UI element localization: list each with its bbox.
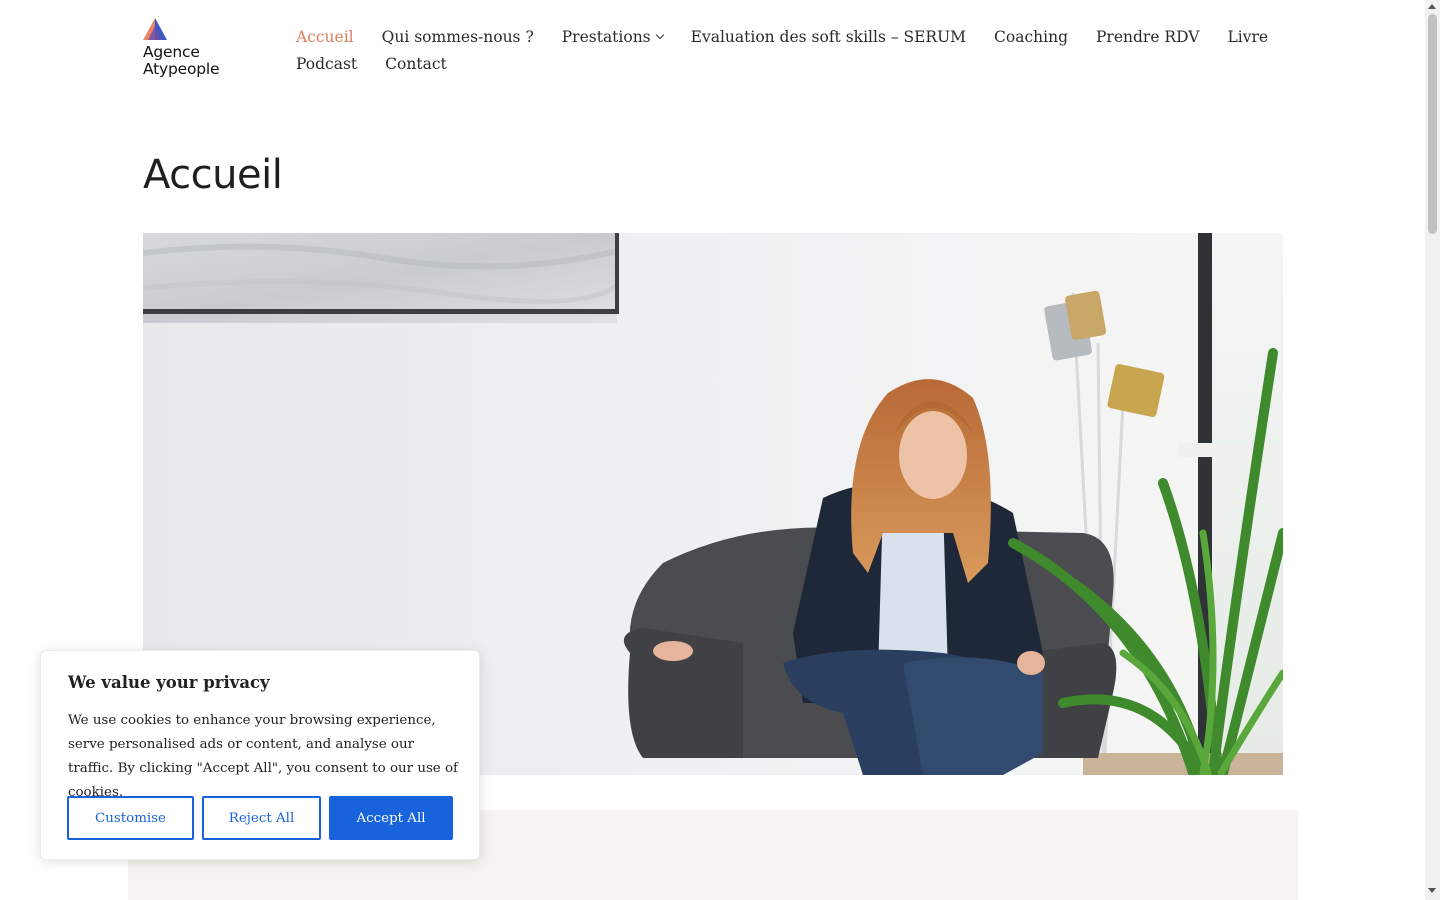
nav-item-evaluation-soft-skills[interactable]: Evaluation des soft skills – SERUM [691, 28, 966, 46]
nav-item-coaching[interactable]: Coaching [994, 28, 1068, 46]
nav-item-podcast[interactable]: Podcast [296, 55, 357, 73]
cookie-consent-banner: We value your privacy We use cookies to … [40, 650, 480, 860]
nav-item-prendre-rdv[interactable]: Prendre RDV [1096, 28, 1199, 46]
logo-mark-icon [143, 18, 167, 40]
scroll-up-arrow-icon[interactable] [1428, 4, 1436, 9]
page-title: Accueil [143, 152, 283, 198]
logo-line-1: Agence [143, 43, 200, 61]
logo-text: Agence Atypeople [143, 43, 220, 78]
nav-item-livre[interactable]: Livre [1227, 28, 1268, 46]
nav-item-qui-sommes-nous[interactable]: Qui sommes-nous ? [382, 28, 534, 46]
cookie-banner-text: We use cookies to enhance your browsing … [68, 713, 459, 800]
cookie-banner-title: We value your privacy [68, 673, 270, 692]
site-logo[interactable]: Agence Atypeople [143, 18, 243, 82]
chevron-down-icon [655, 30, 664, 40]
site-header: Agence Atypeople Accueil Qui sommes-nous… [0, 0, 1425, 110]
nav-row-1: Accueil Qui sommes-nous ? Prestations Ev… [296, 24, 1268, 50]
nav-item-prestations-label: Prestations [561, 28, 651, 46]
nav-item-contact[interactable]: Contact [385, 55, 447, 73]
main-navigation: Accueil Qui sommes-nous ? Prestations Ev… [296, 24, 1268, 78]
nav-item-accueil[interactable]: Accueil [296, 28, 354, 46]
customise-button[interactable]: Customise [67, 796, 194, 840]
scroll-thumb[interactable] [1428, 14, 1437, 234]
nav-item-prestations[interactable]: Prestations [561, 28, 664, 46]
reject-all-button[interactable]: Reject All [202, 796, 321, 840]
logo-line-2: Atypeople [143, 60, 220, 78]
page-scrollbar[interactable] [1425, 0, 1440, 900]
nav-row-2: Podcast Contact [296, 51, 1256, 77]
accept-all-button[interactable]: Accept All [329, 796, 453, 840]
scroll-down-arrow-icon[interactable] [1428, 888, 1436, 893]
